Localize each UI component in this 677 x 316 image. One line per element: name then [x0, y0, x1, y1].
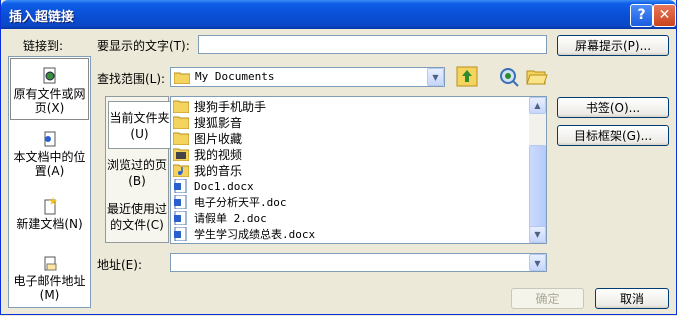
folder-icon — [173, 132, 189, 145]
list-item[interactable]: 搜狐影音 — [173, 114, 242, 130]
word-doc-icon — [174, 179, 187, 193]
address-label: 地址(E): — [97, 258, 142, 272]
dialog-window: 插入超链接 ? ✕ 链接到: 原有文件或网页(X) 本文档中的位置(A) 新建文… — [0, 0, 677, 315]
link-existing-file[interactable]: 原有文件或网页(X) — [10, 58, 89, 120]
file-name: Doc1.docx — [194, 179, 254, 193]
link-email-label: 电子邮件地址(M) — [13, 274, 86, 302]
file-name: 搜狗手机助手 — [194, 99, 267, 114]
look-in-label: 查找范围(L): — [97, 72, 166, 86]
look-in-value: My Documents — [195, 70, 275, 83]
new-document-icon — [44, 197, 57, 215]
vertical-scrollbar[interactable]: ▲ ▼ — [529, 97, 546, 243]
list-item[interactable]: 我的视频 — [173, 146, 242, 162]
tab-recent-files[interactable]: 最近使用过的文件(C) — [106, 201, 168, 241]
help-button[interactable]: ? — [630, 4, 653, 27]
link-new-document[interactable]: 新建文档(N) — [10, 197, 89, 237]
video-folder-icon — [173, 148, 189, 161]
up-folder-button[interactable] — [456, 66, 478, 87]
folder-icon — [173, 100, 189, 113]
look-in-combo[interactable]: My Documents ▼ — [170, 67, 445, 87]
open-folder-icon — [526, 70, 548, 85]
link-to-bar: 原有文件或网页(X) 本文档中的位置(A) 新建文档(N) 电子邮件地址(M) — [8, 56, 91, 308]
file-list[interactable]: 搜狗手机助手 搜狐影音 图片收藏 我的视频 我的音乐 Doc1.docx 电子分… — [170, 96, 547, 244]
browse-file-button[interactable] — [526, 66, 548, 87]
list-item[interactable]: 电子分析天平.doc — [173, 194, 287, 210]
email-icon — [44, 256, 56, 271]
file-name: 电子分析天平.doc — [194, 196, 287, 209]
word-doc-icon — [174, 195, 187, 209]
folder-icon — [174, 72, 190, 84]
list-item[interactable]: 请假单 2.doc — [173, 210, 267, 226]
link-to-label: 链接到: — [23, 39, 64, 53]
cancel-button[interactable]: 取消 — [595, 288, 669, 309]
scroll-up-icon[interactable]: ▲ — [529, 97, 546, 114]
globe-page-icon — [43, 67, 55, 84]
link-place-label: 本文档中的位置(A) — [13, 150, 86, 178]
list-item[interactable]: 学生学习成绩总表.docx — [173, 226, 315, 242]
word-doc-icon — [174, 211, 187, 225]
file-name: 我的视频 — [194, 147, 243, 162]
target-frame-button[interactable]: 目标框架(G)... — [557, 125, 669, 146]
scroll-thumb[interactable] — [529, 145, 546, 233]
list-item[interactable]: 搜狗手机助手 — [173, 98, 266, 114]
close-button[interactable]: ✕ — [653, 4, 676, 27]
file-name: 请假单 2.doc — [194, 212, 267, 225]
folder-icon — [173, 116, 189, 129]
tab-current-folder[interactable]: 当前文件夹(U) — [108, 101, 170, 149]
scroll-down-icon[interactable]: ▼ — [529, 226, 546, 243]
file-name: 学生学习成绩总表.docx — [194, 228, 316, 241]
music-folder-icon — [173, 164, 189, 177]
folder-tabs: 当前文件夹(U) 浏览过的页(B) 最近使用过的文件(C) — [105, 96, 170, 243]
search-web-icon — [500, 68, 519, 87]
link-place-in-document[interactable]: 本文档中的位置(A) — [10, 131, 89, 181]
word-doc-icon — [174, 227, 187, 241]
link-email-address[interactable]: 电子邮件地址(M) — [10, 255, 89, 305]
address-combo[interactable]: ▼ — [170, 253, 547, 272]
chevron-down-icon[interactable]: ▼ — [427, 68, 444, 86]
bookmark-button[interactable]: 书签(O)... — [557, 97, 669, 118]
link-existing-file-label: 原有文件或网页(X) — [13, 87, 86, 115]
dialog-title: 插入超链接 — [9, 10, 75, 25]
tab-browsed-pages[interactable]: 浏览过的页(B) — [106, 155, 168, 193]
file-name: 图片收藏 — [194, 131, 243, 146]
file-name: 搜狐影音 — [194, 115, 243, 130]
document-place-icon — [44, 131, 55, 147]
display-text-input[interactable] — [198, 35, 547, 54]
file-name: 我的音乐 — [194, 163, 243, 178]
list-item[interactable]: 图片收藏 — [173, 130, 242, 146]
ok-button[interactable]: 确定 — [511, 288, 584, 309]
title-bar[interactable]: 插入超链接 ? ✕ — [1, 0, 676, 29]
link-new-doc-label: 新建文档(N) — [16, 217, 83, 231]
up-folder-icon — [456, 66, 478, 87]
chevron-down-icon[interactable]: ▼ — [529, 254, 546, 271]
screentip-button[interactable]: 屏幕提示(P)... — [557, 35, 669, 56]
list-item[interactable]: 我的音乐 — [173, 162, 242, 178]
list-item[interactable]: Doc1.docx — [173, 178, 254, 194]
search-web-button[interactable] — [498, 66, 520, 87]
display-text-label: 要显示的文字(T): — [97, 39, 190, 53]
